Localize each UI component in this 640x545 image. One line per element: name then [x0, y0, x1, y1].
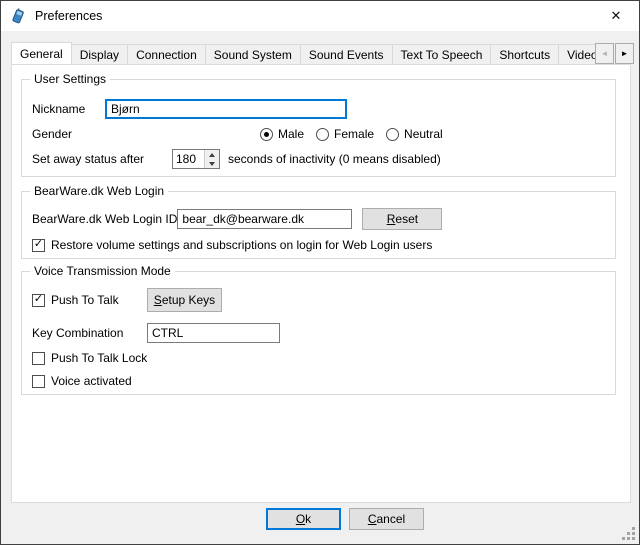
- gender-radio-group: Male Female Neutral: [260, 127, 443, 141]
- web-login-id-label: BearWare.dk Web Login ID: [32, 212, 177, 226]
- tab-sound-system[interactable]: Sound System: [205, 44, 301, 64]
- up-arrow-icon: [209, 153, 215, 157]
- group-title: User Settings: [30, 72, 110, 86]
- push-to-talk-lock-checkbox-row[interactable]: Push To Talk Lock: [32, 351, 605, 365]
- down-arrow-icon: [209, 162, 215, 166]
- away-seconds-input[interactable]: [173, 150, 204, 168]
- gender-neutral-option[interactable]: Neutral: [386, 127, 443, 141]
- web-login-group: BearWare.dk Web Login BearWare.dk Web Lo…: [21, 191, 616, 259]
- gender-male-option[interactable]: Male: [260, 127, 304, 141]
- spinner-up-button[interactable]: [205, 150, 219, 159]
- tab-scroll-left-button[interactable]: ◄: [595, 43, 614, 64]
- preferences-dialog: Preferences ✕ General Display Connection…: [0, 0, 640, 545]
- titlebar[interactable]: Preferences: [1, 1, 639, 31]
- key-combination-label: Key Combination: [32, 326, 147, 340]
- restore-volume-checkbox[interactable]: ✓: [32, 239, 45, 252]
- ok-button[interactable]: Ok: [266, 508, 341, 530]
- radio-neutral[interactable]: [386, 128, 399, 141]
- tab-shortcuts[interactable]: Shortcuts: [490, 44, 559, 64]
- away-status-suffix: seconds of inactivity (0 means disabled): [228, 152, 441, 166]
- check-icon: ✓: [34, 239, 43, 250]
- voice-activated-checkbox-row[interactable]: Voice activated: [32, 374, 605, 388]
- tab-display[interactable]: Display: [71, 44, 128, 64]
- nickname-input[interactable]: [105, 99, 347, 119]
- restore-volume-label[interactable]: Restore volume settings and subscription…: [51, 238, 432, 252]
- arrow-right-icon: ►: [621, 49, 629, 58]
- arrow-left-icon: ◄: [601, 49, 609, 58]
- tab-scroll-right-button[interactable]: ►: [615, 43, 634, 64]
- push-to-talk-checkbox[interactable]: ✓: [32, 294, 45, 307]
- check-icon: ✓: [34, 294, 43, 305]
- push-to-talk-label[interactable]: Push To Talk: [51, 293, 119, 307]
- web-login-id-input[interactable]: [177, 209, 352, 229]
- resize-grip[interactable]: [621, 526, 636, 541]
- restore-volume-checkbox-row[interactable]: ✓ Restore volume settings and subscripti…: [32, 238, 605, 252]
- push-to-talk-checkbox-row[interactable]: ✓ Push To Talk: [32, 293, 147, 307]
- cancel-button[interactable]: Cancel: [349, 508, 424, 530]
- group-title: BearWare.dk Web Login: [30, 184, 168, 198]
- push-to-talk-lock-checkbox[interactable]: [32, 352, 45, 365]
- tab-strip: General Display Connection Sound System …: [11, 41, 637, 64]
- voice-activated-label[interactable]: Voice activated: [51, 374, 132, 388]
- radio-female[interactable]: [316, 128, 329, 141]
- away-status-label: Set away status after: [32, 152, 172, 166]
- close-button[interactable]: ✕: [593, 1, 639, 31]
- teamtalk-app-icon: [10, 8, 26, 24]
- group-title: Voice Transmission Mode: [30, 264, 175, 278]
- tab-general[interactable]: General: [11, 42, 72, 64]
- tab-sound-events[interactable]: Sound Events: [300, 44, 393, 64]
- reset-button[interactable]: Reset: [362, 208, 442, 230]
- nickname-label: Nickname: [32, 102, 105, 116]
- window-title: Preferences: [35, 9, 102, 23]
- gender-label: Gender: [32, 127, 72, 141]
- voice-activated-checkbox[interactable]: [32, 375, 45, 388]
- radio-male[interactable]: [260, 128, 273, 141]
- gender-female-option[interactable]: Female: [316, 127, 374, 141]
- voice-transmission-group: Voice Transmission Mode ✓ Push To Talk S…: [21, 271, 616, 395]
- key-combination-input[interactable]: [147, 323, 280, 343]
- close-icon: ✕: [611, 8, 622, 24]
- setup-keys-button[interactable]: Setup Keys: [147, 288, 222, 312]
- user-settings-group: User Settings Nickname Gender Male Femal…: [21, 79, 616, 177]
- away-seconds-spinner[interactable]: [172, 149, 220, 169]
- push-to-talk-lock-label[interactable]: Push To Talk Lock: [51, 351, 147, 365]
- tab-text-to-speech[interactable]: Text To Speech: [392, 44, 492, 64]
- tab-connection[interactable]: Connection: [127, 44, 206, 64]
- spinner-down-button[interactable]: [205, 159, 219, 168]
